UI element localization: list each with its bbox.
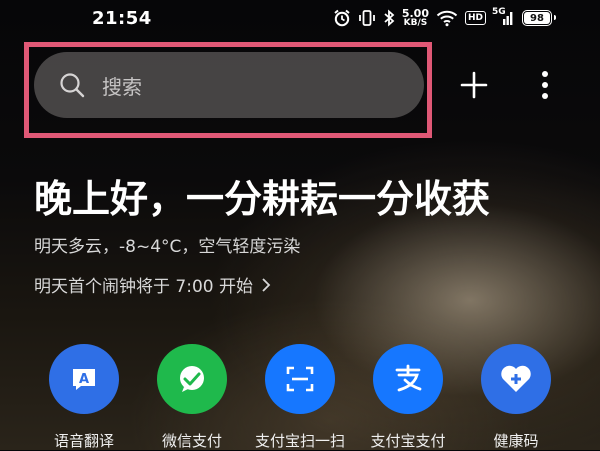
search-icon: [60, 73, 85, 98]
chevron-right-icon: [262, 277, 271, 292]
alarm-icon: [333, 9, 351, 27]
battery-level: 98: [530, 12, 544, 24]
shortcut-wechat-pay[interactable]: 微信支付: [138, 344, 246, 451]
shortcut-label: 微信支付: [161, 432, 222, 450]
svg-text:A: A: [79, 372, 89, 387]
next-alarm-text: 明天首个闹钟将于 7:00 开始: [34, 277, 253, 297]
vibrate-icon: [358, 9, 376, 27]
search-bar[interactable]: 搜索: [34, 52, 424, 118]
shortcut-health-code[interactable]: 健康码: [462, 344, 570, 451]
battery-indicator: 98: [522, 10, 556, 26]
wifi-icon: [436, 9, 458, 27]
shortcut-label: 支付宝扫一扫: [254, 432, 345, 450]
bluetooth-icon: [383, 9, 395, 27]
scan-icon: [265, 344, 335, 414]
shortcut-label: 健康码: [493, 432, 539, 450]
status-bar: 21:54 5.00 KB/S HD 5G 98: [0, 0, 600, 38]
wechat-pay-icon: [157, 344, 227, 414]
shortcut-voice-translate[interactable]: A 语音翻译: [30, 344, 138, 451]
signal-icon: 5G: [492, 7, 515, 27]
shortcut-alipay-scan[interactable]: 支付宝扫一扫: [246, 344, 354, 451]
more-options-icon[interactable]: [533, 68, 557, 102]
greeting-headline: 晚上好，一分耕耘一分收获: [34, 177, 491, 221]
health-code-icon: [481, 344, 551, 414]
add-icon[interactable]: [459, 70, 489, 100]
voice-translate-icon: A: [49, 344, 119, 414]
shortcut-label: 支付宝支付: [370, 432, 446, 450]
weather-forecast: 明天多云，-8~4°C，空气轻度污染: [34, 237, 301, 257]
shortcut-label: 语音翻译: [53, 432, 114, 450]
network-speed: 5.00 KB/S: [402, 8, 429, 28]
status-icons: 5.00 KB/S HD 5G 98: [333, 6, 556, 30]
signal-type-label: 5G: [492, 7, 506, 17]
clock-time: 21:54: [92, 8, 152, 29]
network-speed-unit: KB/S: [403, 18, 428, 28]
alipay-icon: [373, 344, 443, 414]
search-placeholder: 搜索: [102, 74, 142, 99]
shortcut-alipay-pay[interactable]: 支付宝支付: [354, 344, 462, 451]
hd-badge: HD: [464, 11, 486, 25]
next-alarm-link[interactable]: 明天首个闹钟将于 7:00 开始: [34, 272, 271, 297]
